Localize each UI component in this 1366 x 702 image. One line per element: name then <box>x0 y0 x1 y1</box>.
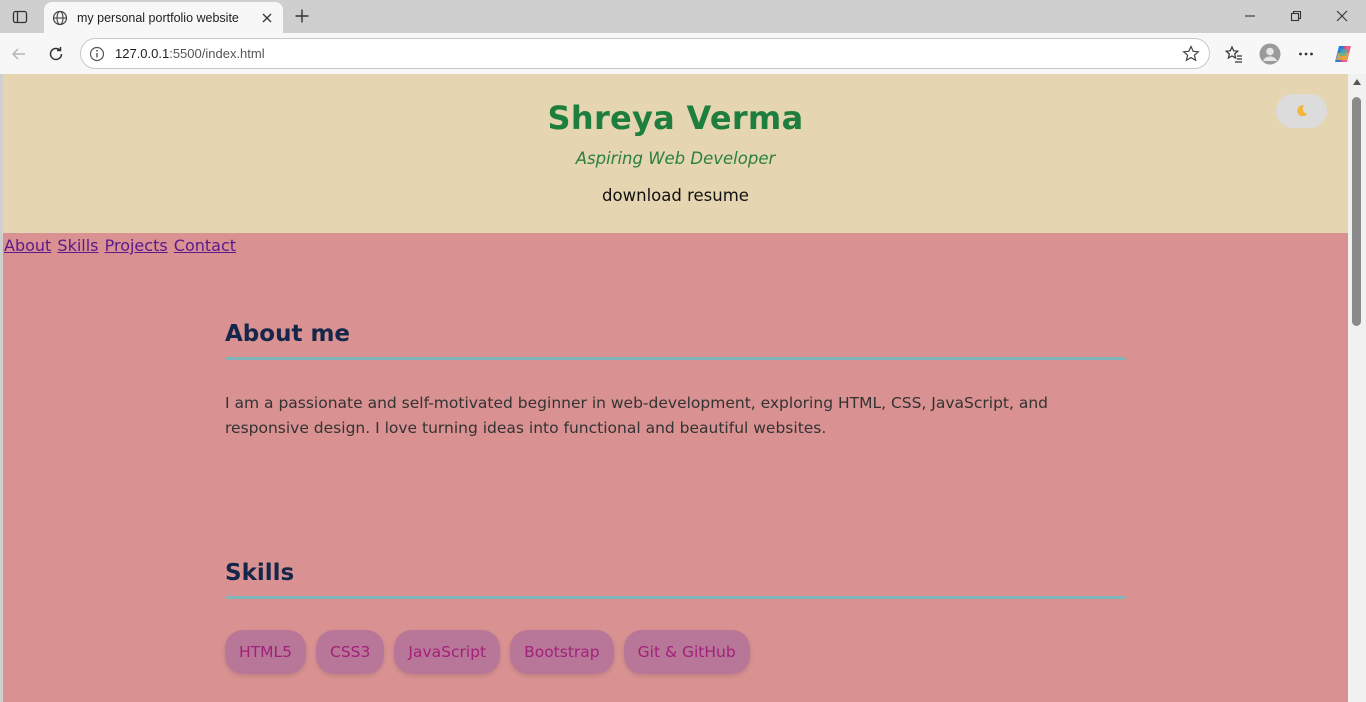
minimize-button[interactable] <box>1230 4 1270 28</box>
about-text: I am a passionate and self-motivated beg… <box>225 394 1049 437</box>
skill-chip: CSS3 <box>316 630 385 674</box>
site-tagline: Aspiring Web Developer <box>575 149 776 168</box>
skill-chip: Git & GitHub <box>623 630 750 674</box>
browser-tab[interactable]: my personal portfolio website <box>44 2 283 33</box>
download-resume-link[interactable]: download resume <box>602 186 749 205</box>
skills-heading: Skills <box>225 560 1125 599</box>
close-icon <box>1336 10 1348 22</box>
new-tab-button[interactable] <box>290 5 314 27</box>
restore-button[interactable] <box>1276 4 1316 28</box>
url-path: :5500/index.html <box>169 46 265 61</box>
site-owner-name: Shreya Verma <box>547 99 804 137</box>
minimize-icon <box>1245 15 1255 17</box>
moon-icon <box>1296 105 1307 117</box>
reload-button[interactable] <box>43 41 69 67</box>
profile-button[interactable] <box>1257 41 1283 67</box>
scrollbar-thumb[interactable] <box>1352 97 1361 326</box>
skill-chip: HTML5 <box>225 630 306 674</box>
url-text: 127.0.0.1:5500/index.html <box>115 46 1181 61</box>
reload-icon <box>49 47 63 61</box>
nav-link-contact[interactable]: Contact <box>174 236 236 255</box>
close-icon <box>262 13 272 22</box>
page-viewport: Shreya Verma Aspiring Web Developer down… <box>3 74 1348 702</box>
back-button[interactable] <box>6 41 32 67</box>
skills-section: Skills HTML5 CSS3 JavaScript Bootstrap G… <box>225 560 1125 674</box>
skill-list: HTML5 CSS3 JavaScript Bootstrap Git & Gi… <box>225 630 1125 674</box>
scroll-up-arrow-icon[interactable] <box>1351 78 1363 88</box>
tab-actions-button[interactable] <box>8 6 32 28</box>
avatar-icon <box>1259 43 1281 65</box>
tab-title: my personal portfolio website <box>77 10 239 25</box>
site-header: Shreya Verma Aspiring Web Developer down… <box>3 74 1348 233</box>
skill-chip: Bootstrap <box>510 630 614 674</box>
back-arrow-icon <box>11 48 25 60</box>
site-nav: About Skills Projects Contact <box>3 233 1348 255</box>
browser-toolbar: 127.0.0.1:5500/index.html <box>0 33 1366 74</box>
close-tab-button[interactable] <box>259 10 275 26</box>
main-content: About me I am a passionate and self-moti… <box>225 321 1125 674</box>
favorites-button[interactable] <box>1221 41 1247 67</box>
theme-toggle-button[interactable] <box>1276 94 1327 128</box>
nav-link-projects[interactable]: Projects <box>105 236 168 255</box>
copilot-button[interactable] <box>1330 41 1356 67</box>
skill-chip: JavaScript <box>394 630 501 674</box>
close-window-button[interactable] <box>1322 4 1362 28</box>
nav-link-about[interactable]: About <box>4 236 51 255</box>
site-info-icon[interactable] <box>89 46 105 62</box>
sidebar-tabs-icon <box>12 10 28 24</box>
copilot-icon <box>1335 46 1351 62</box>
tab-strip: my personal portfolio website <box>0 0 1366 33</box>
url-host: 127.0.0.1 <box>115 46 170 61</box>
nav-link-skills[interactable]: Skills <box>57 236 98 255</box>
more-horizontal-icon <box>1299 52 1313 56</box>
about-section: About me I am a passionate and self-moti… <box>225 321 1125 441</box>
page-scrollbar[interactable] <box>1348 74 1366 702</box>
restore-icon <box>1290 10 1302 22</box>
about-heading: About me <box>225 321 1125 360</box>
favorite-star-icon[interactable] <box>1181 44 1201 64</box>
plus-icon <box>295 9 309 23</box>
address-bar[interactable]: 127.0.0.1:5500/index.html <box>80 38 1210 69</box>
globe-icon <box>52 10 68 26</box>
settings-more-button[interactable] <box>1293 41 1319 67</box>
favorites-icon <box>1224 45 1242 63</box>
